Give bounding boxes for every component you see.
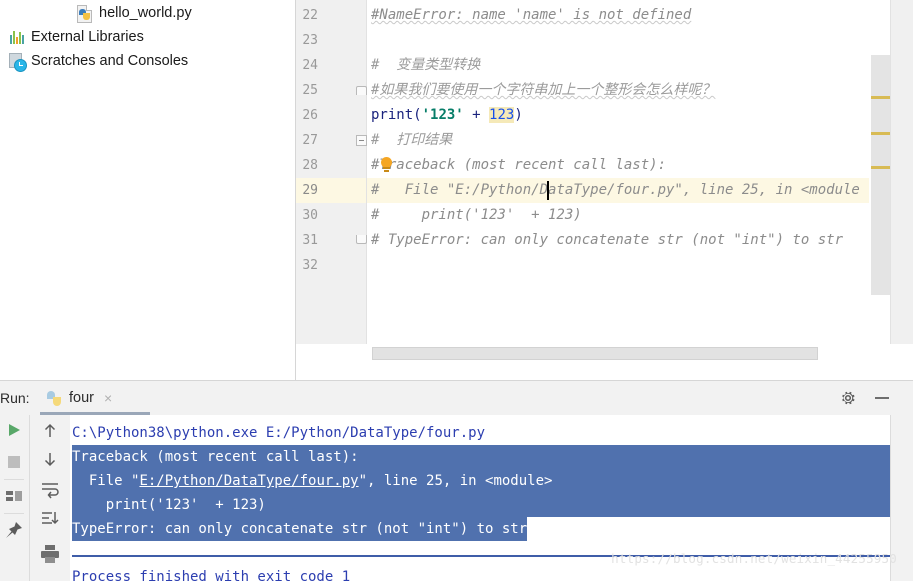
stripe-marker[interactable] <box>871 166 891 169</box>
code-token: ( <box>413 107 422 123</box>
fold-marker-top[interactable] <box>356 86 367 95</box>
console-file-link[interactable]: E:/Python/DataType/four.py <box>139 473 358 489</box>
code-token: # 变量类型转换 <box>371 57 481 73</box>
run-tab-four[interactable]: four × <box>40 381 118 415</box>
toolbar-divider <box>4 479 24 480</box>
project-tree[interactable]: hello_world.py External Libraries Scratc… <box>0 0 296 380</box>
line-number: 24 <box>302 58 318 73</box>
ide-window: hello_world.py External Libraries Scratc… <box>0 0 913 581</box>
run-icon[interactable] <box>5 421 23 439</box>
code-token: '123' <box>421 107 464 123</box>
minimize-icon[interactable] <box>875 397 889 399</box>
code-line[interactable]: # TypeError: can only concatenate str (n… <box>371 228 843 253</box>
fold-marker-mid[interactable] <box>356 135 367 146</box>
line-number: 25 <box>302 83 318 98</box>
editor-hscroll-zone <box>367 344 891 364</box>
code-token: # TypeError: can only concatenate str (n… <box>371 232 844 248</box>
print-icon[interactable] <box>39 543 61 565</box>
up-arrow-icon[interactable] <box>40 421 60 441</box>
toolbar-divider <box>4 513 24 514</box>
editor-vertical-scrollbar[interactable] <box>871 55 891 295</box>
console-line[interactable]: TypeError: can only concatenate str (not… <box>72 517 527 541</box>
tree-item-scratches-and-consoles[interactable]: Scratches and Consoles <box>8 50 188 72</box>
console-text: File " <box>72 473 140 489</box>
intention-bulb-icon[interactable] <box>380 157 393 172</box>
tree-item-external-libraries[interactable]: External Libraries <box>8 26 144 48</box>
run-label: Run: <box>0 390 30 406</box>
run-toolbar-primary[interactable] <box>0 415 28 581</box>
line-number: 32 <box>302 258 318 273</box>
tree-item-label: Scratches and Consoles <box>31 53 189 69</box>
python-icon <box>46 390 63 407</box>
code-token: #Traceback (most recent call last): <box>371 157 667 173</box>
code-token: print <box>371 107 414 123</box>
python-file-icon <box>76 4 94 23</box>
close-icon[interactable]: × <box>104 390 112 406</box>
code-line[interactable]: # 变量类型转换 <box>371 53 480 78</box>
console-line[interactable]: Traceback (most recent call last): <box>72 445 359 469</box>
text-caret <box>547 181 549 200</box>
stop-icon[interactable] <box>5 453 23 471</box>
line-number: 29 <box>302 183 318 198</box>
run-tab-label: four <box>69 390 94 406</box>
line-number: 22 <box>302 8 318 23</box>
console-text: ", line 25, in <module> <box>358 473 553 489</box>
run-toolbar-secondary[interactable] <box>29 415 71 581</box>
soft-wrap-icon[interactable] <box>40 479 60 499</box>
code-token: #如果我们要使用一个字符串加上一个整形会怎么样呢？ <box>371 82 716 98</box>
editor-right-edge <box>890 0 913 344</box>
console-line[interactable]: C:\Python38\python.exe E:/Python/DataTyp… <box>72 421 485 445</box>
gear-icon[interactable] <box>839 389 857 407</box>
code-token: # print('123' + 123) <box>371 207 582 223</box>
code-token: 123 <box>489 107 515 123</box>
line-number: 28 <box>302 158 318 173</box>
tree-item-label: hello_world.py <box>99 5 192 21</box>
editor-bottom-filler <box>296 364 913 380</box>
code-editor[interactable]: 22 23 24 25 26 27 28 29 30 31 32 #NameError: name … <box>296 0 913 380</box>
library-bars-icon <box>8 28 26 46</box>
line-number: 27 <box>302 133 318 148</box>
console-line[interactable]: print('123' + 123) <box>72 493 266 517</box>
pin-icon[interactable] <box>5 521 23 539</box>
scratches-clock-icon <box>8 52 27 72</box>
restore-layout-icon[interactable] <box>5 487 23 505</box>
line-number: 30 <box>302 208 318 223</box>
editor-horizontal-scrollbar[interactable] <box>372 347 818 360</box>
line-number: 26 <box>302 108 318 123</box>
run-header: Run: four × <box>0 380 913 416</box>
line-number: 31 <box>302 233 318 248</box>
code-line[interactable]: #如果我们要使用一个字符串加上一个整形会怎么样呢？ <box>371 78 715 103</box>
code-token: # File "E:/Python/DataType/four.py", lin… <box>371 182 860 198</box>
watermark: https://blog.csdn.net/weixin_44255950 <box>611 551 897 566</box>
console-line[interactable]: Process finished with exit code 1 <box>72 565 350 581</box>
code-token: ) <box>514 107 523 123</box>
editor-gutter[interactable]: 22 23 24 25 26 27 28 29 30 31 32 <box>296 0 367 344</box>
code-line[interactable]: #Traceback (most recent call last): <box>371 153 666 178</box>
fold-marker-bot[interactable] <box>356 235 367 244</box>
console-line[interactable]: File "E:/Python/DataType/four.py", line … <box>72 469 553 493</box>
code-line[interactable]: # print('123' + 123) <box>371 203 582 228</box>
code-line[interactable]: # File "E:/Python/DataType/four.py", lin… <box>371 178 860 203</box>
code-token: #NameError: name 'name' is not defined <box>371 7 692 23</box>
editor-code-area[interactable]: #NameError: name 'name' is not defined # … <box>367 0 913 344</box>
code-token: # 打印结果 <box>371 132 453 148</box>
tree-item-label: External Libraries <box>31 29 144 45</box>
tree-item-hello-world-py[interactable]: hello_world.py <box>76 2 192 24</box>
stripe-marker[interactable] <box>871 96 891 99</box>
stripe-marker[interactable] <box>871 132 891 135</box>
code-line[interactable]: print('123' + 123) <box>371 103 523 128</box>
code-line[interactable]: #NameError: name 'name' is not defined <box>371 3 691 28</box>
line-number: 23 <box>302 33 318 48</box>
scroll-to-end-icon[interactable] <box>40 509 60 529</box>
code-token: + <box>463 107 490 123</box>
code-line[interactable]: # 打印结果 <box>371 128 452 153</box>
down-arrow-icon[interactable] <box>40 449 60 469</box>
